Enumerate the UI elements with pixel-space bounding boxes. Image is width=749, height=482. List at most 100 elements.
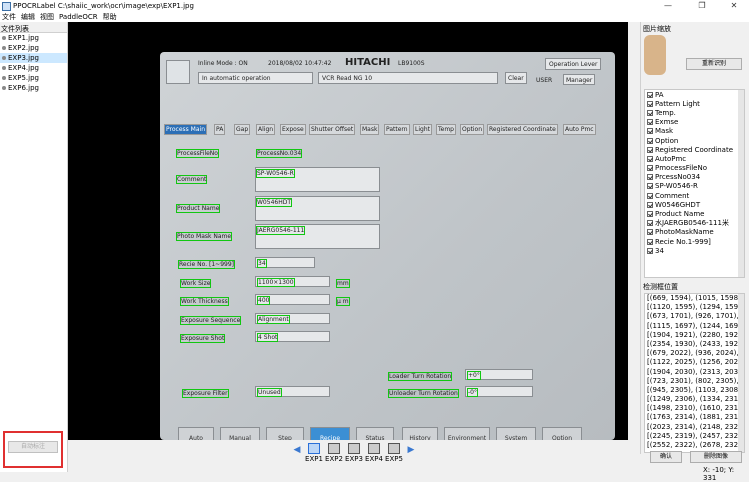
label-item[interactable]: PrcessNo034 xyxy=(645,173,744,182)
thumbnail-item[interactable]: EXP2 xyxy=(324,443,344,463)
unloader-turn-select[interactable]: -0° xyxy=(465,386,533,397)
minimize-button[interactable]: — xyxy=(656,0,680,12)
clear-button[interactable]: Clear xyxy=(505,72,527,84)
label-item[interactable]: AutoPmc xyxy=(645,154,744,163)
label-item[interactable]: PhotoMaskName xyxy=(645,228,744,237)
image-canvas[interactable]: Inline Mode : ON 2018/08/02 10:47:42 HIT… xyxy=(68,22,628,440)
auto-button[interactable]: Auto xyxy=(178,427,214,440)
box-item[interactable]: [(1904, 1921), (2280, 1929), ( xyxy=(645,331,744,340)
menu-help[interactable]: 帮助 xyxy=(103,12,117,22)
box-item[interactable]: [(2023, 2314), (2148, 2321), ( xyxy=(645,423,744,432)
menu-paddleocr[interactable]: PaddleOCR xyxy=(59,13,98,21)
box-item[interactable]: [(945, 2305), (1103, 2308), (1 xyxy=(645,386,744,395)
tab-temp[interactable]: Temp xyxy=(436,124,456,135)
box-item[interactable]: [(1904, 2030), (2313, 2036), ( xyxy=(645,368,744,377)
exposure-filter-select[interactable]: Unused xyxy=(255,386,330,397)
file-item[interactable]: EXP1.jpg xyxy=(0,33,67,43)
step-button[interactable]: Step xyxy=(266,427,304,440)
next-arrow-icon[interactable]: ▶ xyxy=(404,445,418,455)
history-button[interactable]: History xyxy=(402,427,438,440)
label-item[interactable]: Pattern Light xyxy=(645,99,744,108)
thumbnail-item[interactable]: EXP1 xyxy=(304,443,324,463)
auto-label-button[interactable]: 自动标注 xyxy=(8,441,58,453)
loader-turn-select[interactable]: +0° xyxy=(465,369,533,380)
relabel-button[interactable]: 重新识别 xyxy=(686,58,742,70)
box-item[interactable]: [(2552, 2322), (2678, 2327), ( xyxy=(645,441,744,450)
tab-shutter-offset[interactable]: Shutter Offset xyxy=(309,124,356,135)
file-item[interactable]: EXP2.jpg xyxy=(0,43,67,53)
file-item-selected[interactable]: EXP3.jpg xyxy=(0,53,67,63)
manager-button[interactable]: Manager xyxy=(563,74,595,85)
prev-arrow-icon[interactable]: ◀ xyxy=(290,445,304,455)
tab-light[interactable]: Light xyxy=(413,124,432,135)
tab-process-main[interactable]: Process Main xyxy=(164,124,207,135)
environment-button[interactable]: Environment xyxy=(444,427,490,440)
loader-turn-label: Loader Turn Rotation xyxy=(388,372,453,381)
work-thickness-select[interactable]: 400 xyxy=(255,294,330,305)
recipe-no-field[interactable]: 34 xyxy=(255,257,315,268)
label-item[interactable]: Mask xyxy=(645,127,744,136)
tab-pa[interactable]: PA xyxy=(214,124,226,135)
close-button[interactable]: ✕ xyxy=(722,0,746,12)
label-item[interactable]: Option xyxy=(645,136,744,145)
label-item[interactable]: W0546GHDT xyxy=(645,200,744,209)
file-item[interactable]: EXP5.jpg xyxy=(0,73,67,83)
file-item[interactable]: EXP4.jpg xyxy=(0,63,67,73)
exposure-shot-select[interactable]: 4 Shot xyxy=(255,331,330,342)
tab-option[interactable]: Option xyxy=(460,124,485,135)
label-item[interactable]: 34 xyxy=(645,246,744,255)
tab-gap[interactable]: Gap xyxy=(234,124,251,135)
box-item[interactable]: [(1122, 2025), (1256, 2029), ( xyxy=(645,358,744,367)
tab-mask[interactable]: Mask xyxy=(360,124,380,135)
operation-lever-button[interactable]: Operation Lever xyxy=(545,58,601,70)
label-item[interactable]: Comment xyxy=(645,191,744,200)
menu-edit[interactable]: 编辑 xyxy=(21,12,35,22)
inline-mode-text: Inline Mode : ON xyxy=(198,60,248,67)
thumbnail-item[interactable]: EXP4 xyxy=(364,443,384,463)
tab-expose[interactable]: Expose xyxy=(280,124,306,135)
product-name-field[interactable]: W0546HDT xyxy=(255,196,380,221)
box-item[interactable]: [(679, 2022), (936, 2024), (93 xyxy=(645,349,744,358)
system-button[interactable]: System xyxy=(496,427,536,440)
label-item[interactable]: 水JAERGB0546-111米 xyxy=(645,219,744,228)
box-scrollbar[interactable] xyxy=(738,294,744,452)
option-button[interactable]: Option xyxy=(542,427,582,440)
manual-button[interactable]: Manual xyxy=(220,427,260,440)
tab-auto-pmc[interactable]: Auto Pmc xyxy=(563,124,596,135)
confirm-button[interactable]: 确认 xyxy=(650,451,682,463)
label-item[interactable]: PA xyxy=(645,90,744,99)
tab-pattern[interactable]: Pattern xyxy=(384,124,410,135)
menu-file[interactable]: 文件 xyxy=(2,12,16,22)
maximize-button[interactable]: ❐ xyxy=(690,0,714,12)
box-item[interactable]: [(1763, 2314), (1881, 2319), ( xyxy=(645,413,744,422)
box-item[interactable]: [(1249, 2306), (1334, 2312), ( xyxy=(645,395,744,404)
label-item[interactable]: SP-W0546-R xyxy=(645,182,744,191)
exposure-sequence-select[interactable]: Alignment xyxy=(255,313,330,324)
status-button[interactable]: Status xyxy=(356,427,394,440)
box-item[interactable]: [(2245, 2319), (2457, 2323), ( xyxy=(645,432,744,441)
delete-image-button[interactable]: 删除图像 xyxy=(690,451,742,463)
label-item[interactable]: Registered Coordinate xyxy=(645,145,744,154)
tab-registered-coordinate[interactable]: Registered Coordinate xyxy=(487,124,558,135)
work-size-select[interactable]: 1100×1300 xyxy=(255,276,330,287)
photo-mask-field[interactable]: JAERG0546-111 xyxy=(255,224,380,249)
comment-field[interactable]: SP-W0546-R xyxy=(255,167,380,192)
box-item[interactable]: [(673, 1701), (926, 1701), (92 xyxy=(645,312,744,321)
thumbnail-item[interactable]: EXP3 xyxy=(344,443,364,463)
label-item[interactable]: PmocessFileNo xyxy=(645,164,744,173)
label-scrollbar[interactable] xyxy=(738,90,744,277)
label-item[interactable]: Recie No.1-999] xyxy=(645,237,744,246)
box-item[interactable]: [(669, 1594), (1015, 1598), (1 xyxy=(645,294,744,303)
menu-view[interactable]: 视图 xyxy=(40,12,54,22)
recipe-button[interactable]: Recipe xyxy=(310,427,350,440)
box-item[interactable]: [(1115, 1697), (1244, 1699), ( xyxy=(645,322,744,331)
label-item[interactable]: Exmse xyxy=(645,118,744,127)
box-item[interactable]: [(1498, 2310), (1610, 2319), ( xyxy=(645,404,744,413)
file-item[interactable]: EXP6.jpg xyxy=(0,83,67,93)
box-item[interactable]: [(723, 2301), (802, 2305), (80 xyxy=(645,377,744,386)
thumbnail-item[interactable]: EXP5 xyxy=(384,443,404,463)
tab-align[interactable]: Align xyxy=(256,124,276,135)
box-item[interactable]: [(1120, 1595), (1294, 1595), ( xyxy=(645,303,744,312)
label-item[interactable]: Temp. xyxy=(645,108,744,117)
box-item[interactable]: [(2354, 1930), (2433, 1927), ( xyxy=(645,340,744,349)
